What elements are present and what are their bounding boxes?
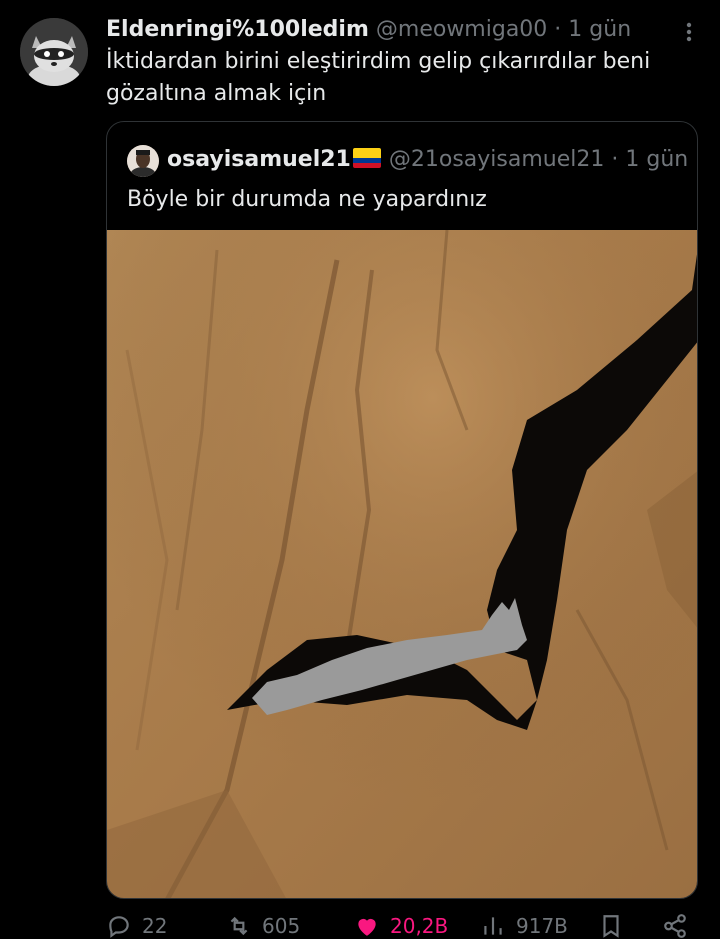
tweet-time[interactable]: 1 gün: [568, 17, 631, 42]
quoted-user-avatar: [127, 145, 159, 177]
reply-icon: [109, 916, 129, 938]
heart-icon: [358, 918, 376, 936]
quoted-tweet-image[interactable]: [107, 230, 697, 898]
repost-icon: [230, 916, 248, 936]
reply-button[interactable]: 22: [106, 914, 167, 938]
quoted-display-name: osayisamuel21: [167, 147, 351, 172]
tweet-header: Eldenringi%100ledim @meowmiga00 · 1 gün: [106, 14, 660, 46]
repost-count: 605: [262, 914, 301, 938]
separator-dot: ·: [611, 147, 619, 172]
like-button[interactable]: 20,2B: [354, 914, 448, 938]
share-icon: [664, 914, 686, 938]
quoted-tweet-time: 1 gün: [625, 147, 689, 172]
user-avatar[interactable]: [20, 18, 88, 86]
tweet-text: İktidardan birini eleştirirdim gelip çık…: [106, 49, 651, 106]
person-avatar-icon: [127, 145, 159, 177]
views-icon: [484, 917, 502, 935]
quoted-user-handle: @21osayisamuel21: [388, 147, 605, 172]
separator-dot: ·: [554, 17, 562, 42]
more-options-icon[interactable]: [684, 20, 694, 44]
raccoon-avatar-icon: [20, 18, 88, 86]
colombia-flag-icon: [352, 148, 381, 168]
user-handle[interactable]: @meowmiga00: [376, 17, 547, 42]
cave-crevice-image: [107, 230, 697, 898]
quoted-tweet-text: Böyle bir durumda ne yapardınız: [127, 187, 487, 212]
quoted-tweet-header: osayisamuel21 @21osayisamuel21 · 1 gün: [167, 144, 688, 176]
share-button[interactable]: [662, 914, 688, 938]
bookmark-icon: [603, 915, 619, 938]
reply-count: 22: [142, 914, 168, 938]
tweet-action-bar: 22 605 20,2B 917B: [106, 914, 706, 938]
repost-button[interactable]: 605: [226, 914, 300, 938]
like-count: 20,2B: [390, 914, 449, 938]
quoted-tweet-card[interactable]: osayisamuel21 @21osayisamuel21 · 1 gün Bö…: [106, 121, 698, 899]
views-button[interactable]: 917B: [480, 914, 568, 938]
views-count: 917B: [516, 914, 568, 938]
display-name[interactable]: Eldenringi%100ledim: [106, 17, 369, 42]
bookmark-button[interactable]: [598, 914, 624, 938]
